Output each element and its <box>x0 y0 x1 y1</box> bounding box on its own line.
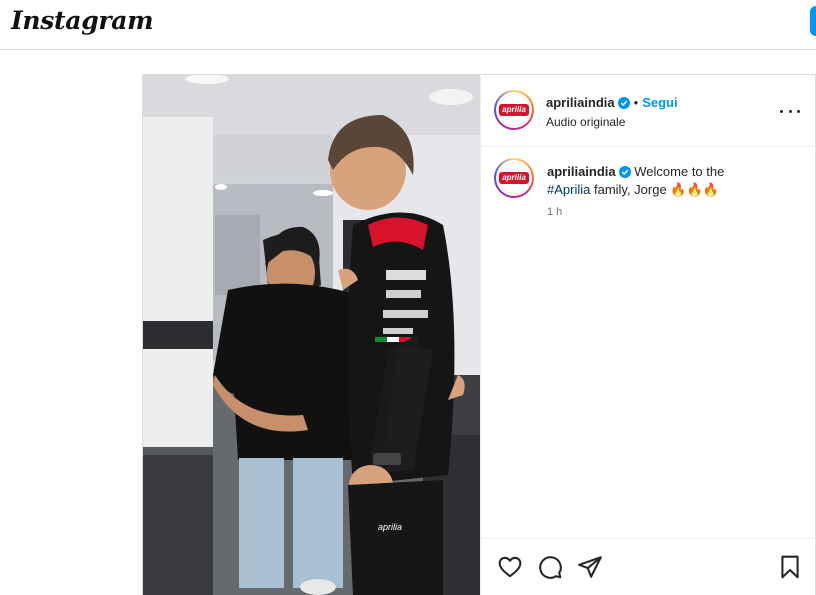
separator-dot: • <box>633 95 639 110</box>
post-modal: aprilia aprilia apriliaindia • Segui Audio… <box>142 74 816 595</box>
comment-icon[interactable] <box>537 554 563 580</box>
audio-link[interactable]: Audio originale <box>546 115 625 129</box>
caption-text-start: Welcome to the <box>634 164 725 179</box>
verified-badge-icon <box>618 166 631 178</box>
more-dot-icon <box>797 109 800 113</box>
caption-avatar[interactable]: aprilia <box>494 158 534 198</box>
top-bar: Instagram <box>0 0 816 50</box>
verified-badge-icon <box>617 97 630 109</box>
author-line: apriliaindia • Segui <box>546 94 678 112</box>
svg-text:aprilia: aprilia <box>378 522 402 532</box>
follow-button[interactable]: Segui <box>642 95 677 110</box>
save-icon[interactable] <box>777 554 803 580</box>
heart-icon[interactable] <box>497 554 523 580</box>
caption-text-end: family, Jorge <box>590 182 671 197</box>
author-username[interactable]: apriliaindia <box>546 95 615 110</box>
post-video[interactable]: aprilia <box>143 75 480 595</box>
post-sidebar: aprilia apriliaindia • Segui Audio origina… <box>480 75 816 595</box>
fire-emojis: 🔥🔥🔥 <box>670 182 719 197</box>
top-action-button[interactable] <box>810 6 816 36</box>
video-frame-illustration: aprilia <box>143 75 480 595</box>
caption: apriliaindia Welcome to the #Aprilia fam… <box>547 163 807 199</box>
share-icon[interactable] <box>577 554 603 580</box>
hashtag-link[interactable]: #Aprilia <box>547 182 590 197</box>
author-avatar[interactable]: aprilia <box>494 90 534 130</box>
more-dot-icon <box>780 109 783 113</box>
aprilia-logo: aprilia <box>499 172 529 184</box>
aprilia-logo: aprilia <box>499 104 529 116</box>
caption-username[interactable]: apriliaindia <box>547 164 616 179</box>
post-timestamp[interactable]: 1 h <box>547 206 562 218</box>
post-header: aprilia apriliaindia • Segui Audio origina… <box>481 75 816 147</box>
more-options-button[interactable] <box>780 101 800 121</box>
instagram-logo[interactable]: Instagram <box>11 6 154 35</box>
more-dot-icon <box>788 109 792 113</box>
action-bar <box>481 538 816 595</box>
